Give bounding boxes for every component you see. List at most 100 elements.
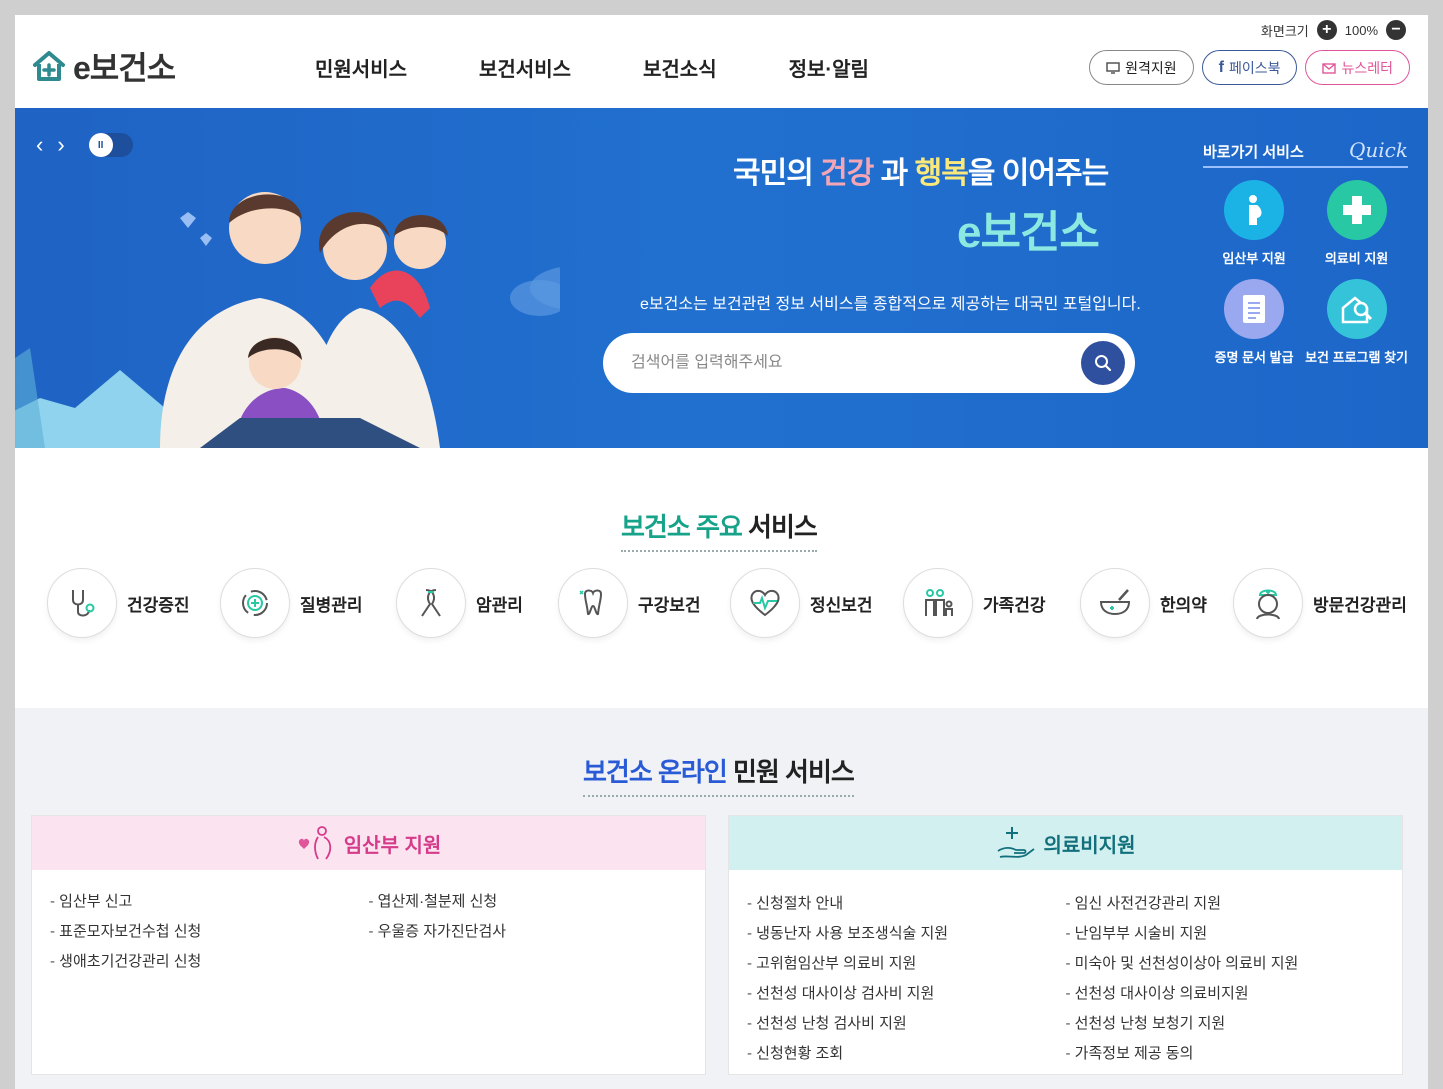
- online-services-title-rest: 민원 서비스: [726, 757, 855, 787]
- hero-brand: e보건소: [957, 208, 1100, 257]
- pregnant-woman-icon: [1224, 180, 1285, 240]
- list-item[interactable]: 엽산제·철분제 신청: [369, 890, 688, 911]
- search-house-icon: [1326, 279, 1387, 339]
- zoom-control: 화면크기 + 100% −: [1261, 20, 1406, 40]
- service-label: 정신보건: [810, 595, 873, 615]
- online-services-section: 보건소 온라인 민원 서비스 임산부 지원 임산부 신고 표준모자보건수첩 신청…: [15, 708, 1428, 1089]
- main-nav: 민원서비스 보건서비스 보건소식 정보·알림: [315, 53, 869, 82]
- quick-item-document[interactable]: 증명 문서 발급: [1203, 279, 1305, 366]
- pregnancy-support-header[interactable]: 임산부 지원: [32, 816, 705, 870]
- list-item[interactable]: 임신 사전건강관리 지원: [1066, 892, 1385, 913]
- list-item[interactable]: 선천성 대사이상 검사비 지원: [747, 982, 1066, 1003]
- family-icon: [903, 568, 973, 638]
- list-item[interactable]: 냉동난자 사용 보조생식술 지원: [747, 922, 1066, 943]
- list-item[interactable]: 신청절차 안내: [747, 892, 1066, 913]
- mortar-pestle-icon: [1080, 568, 1150, 638]
- hero-title-part-2: 과: [873, 157, 915, 190]
- hero-description: e보건소는 보건관련 정보 서비스를 종합적으로 제공하는 대국민 포털입니다.: [640, 296, 1141, 313]
- service-label: 구강보건: [638, 595, 701, 615]
- pregnancy-support-title: 임산부 지원: [343, 834, 442, 857]
- service-item[interactable]: 암관리: [396, 568, 558, 638]
- quick-links: 바로가기 서비스 Quick 임산부 지원 의료비 지원 증명 문서 발급 보건…: [1203, 138, 1408, 366]
- list-item[interactable]: 임산부 신고: [50, 890, 369, 911]
- remote-support-button[interactable]: 원격지원: [1089, 50, 1194, 85]
- zoom-in-button[interactable]: +: [1316, 20, 1337, 40]
- monitor-icon: [1106, 61, 1120, 74]
- list-item[interactable]: 우울증 자가진단검사: [369, 920, 688, 941]
- service-item[interactable]: 건강증진: [47, 568, 220, 638]
- ribbon-icon: [396, 568, 466, 638]
- logo-text: e보건소: [73, 50, 176, 86]
- newsletter-label: 뉴스레터: [1341, 59, 1393, 76]
- list-item[interactable]: 선천성 난청 보청기 지원: [1066, 1012, 1385, 1033]
- quick-item-label: 의료비 지원: [1324, 251, 1389, 266]
- family-illustration: [15, 192, 560, 448]
- list-item[interactable]: 가족정보 제공 동의: [1066, 1042, 1385, 1063]
- hero-title-health: 건강: [820, 157, 874, 190]
- tooth-icon: [558, 568, 628, 638]
- list-item[interactable]: 선천성 대사이상 의료비지원: [1066, 982, 1385, 1003]
- quick-item-program[interactable]: 보건 프로그램 찾기: [1305, 279, 1408, 366]
- facebook-button[interactable]: f 페이스북: [1201, 50, 1298, 85]
- quick-title-label: 바로가기 서비스: [1203, 144, 1304, 161]
- page-frame: 화면크기 + 100% − e보건소 민원서비스 보건서비스 보건소식 정보·알…: [15, 15, 1428, 1089]
- zoom-label: 화면크기: [1260, 23, 1309, 39]
- list-item[interactable]: 표준모자보건수첩 신청: [50, 920, 369, 941]
- house-logo-icon: [33, 51, 65, 81]
- search-button[interactable]: [1081, 341, 1125, 385]
- list-item[interactable]: 고위험임산부 의료비 지원: [747, 952, 1066, 973]
- zoom-out-button[interactable]: −: [1386, 20, 1406, 40]
- service-item[interactable]: 가족건강: [903, 568, 1080, 638]
- site-header: e보건소 민원서비스 보건서비스 보건소식 정보·알림 원격지원 f 페이스북 …: [15, 15, 1428, 108]
- site-logo[interactable]: e보건소: [31, 43, 176, 89]
- quick-item-medical[interactable]: 의료비 지원: [1305, 180, 1408, 267]
- medical-cross-icon: [1326, 180, 1387, 240]
- main-services-title: 보건소 주요 서비스: [621, 507, 818, 552]
- service-item[interactable]: 방문건강관리: [1233, 568, 1413, 638]
- online-services-title-colored: 보건소 온라인: [583, 757, 728, 787]
- disease-cycle-icon: [220, 568, 290, 638]
- heart-pulse-icon: [730, 568, 800, 638]
- zoom-value: 100%: [1344, 22, 1378, 38]
- nav-item-news[interactable]: 보건소식: [643, 53, 717, 82]
- service-label: 건강증진: [127, 595, 190, 615]
- quick-item-pregnant[interactable]: 임산부 지원: [1203, 180, 1305, 267]
- list-item[interactable]: 생애초기건강관리 신청: [50, 950, 369, 971]
- quick-title: 바로가기 서비스 Quick: [1203, 138, 1408, 168]
- facebook-label: 페이스북: [1228, 59, 1281, 76]
- list-item[interactable]: 난임부부 시술비 지원: [1066, 922, 1385, 943]
- service-label: 질병관리: [300, 595, 363, 615]
- service-item[interactable]: 구강보건: [558, 568, 730, 638]
- mail-icon: [1322, 62, 1337, 74]
- service-label: 방문건강관리: [1313, 595, 1407, 615]
- header-buttons: 원격지원 f 페이스북 뉴스레터: [1089, 50, 1410, 85]
- hero-title-happiness: 행복: [914, 157, 969, 190]
- nurse-icon: [1233, 568, 1303, 638]
- nav-item-info[interactable]: 정보·알림: [789, 53, 869, 82]
- medical-expense-title: 의료비지원: [1043, 834, 1136, 857]
- service-label: 가족건강: [983, 595, 1046, 615]
- document-icon: [1224, 279, 1285, 339]
- list-item[interactable]: 미숙아 및 선천성이상아 의료비 지원: [1066, 952, 1385, 973]
- list-item[interactable]: 선천성 난청 검사비 지원: [747, 1012, 1066, 1033]
- search-box: [603, 333, 1135, 393]
- quick-title-en: Quick: [1349, 138, 1408, 162]
- service-item[interactable]: 질병관리: [220, 568, 396, 638]
- main-services-title-colored: 보건소 주요: [621, 512, 743, 542]
- medical-expense-header[interactable]: 의료비지원: [729, 816, 1402, 870]
- search-input[interactable]: [631, 354, 1071, 372]
- hand-cross-icon: [997, 827, 1035, 858]
- nav-item-civil-service[interactable]: 민원서비스: [315, 53, 407, 82]
- online-services-title: 보건소 온라인 민원 서비스: [583, 752, 855, 797]
- newsletter-button[interactable]: 뉴스레터: [1305, 50, 1410, 85]
- service-item[interactable]: 한의약: [1080, 568, 1233, 638]
- service-label: 암관리: [476, 595, 523, 615]
- service-item[interactable]: 정신보건: [730, 568, 903, 638]
- list-item[interactable]: 신청현황 조회: [747, 1042, 1066, 1063]
- pregnant-heart-icon: [298, 826, 331, 860]
- quick-item-label: 임산부 지원: [1222, 251, 1286, 266]
- remote-support-label: 원격지원: [1125, 59, 1177, 76]
- nav-item-health-service[interactable]: 보건서비스: [479, 53, 571, 82]
- pregnancy-support-card: 임산부 지원 임산부 신고 표준모자보건수첩 신청 생애초기건강관리 신청 엽산…: [31, 815, 706, 1075]
- facebook-icon: f: [1218, 58, 1224, 76]
